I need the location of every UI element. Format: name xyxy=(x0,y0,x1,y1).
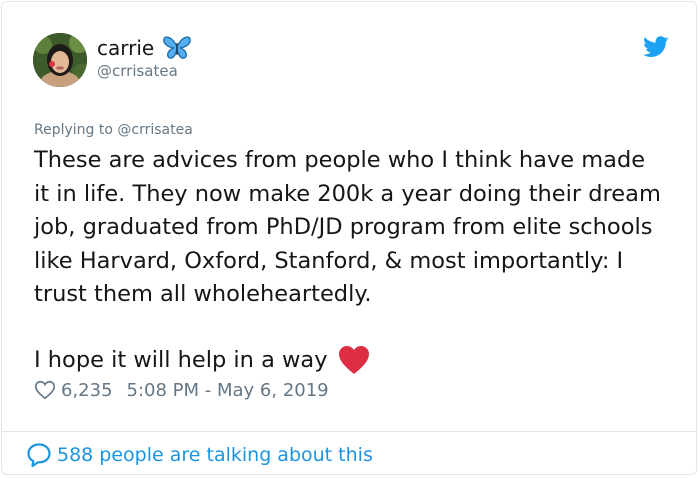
reply-prefix: Replying to xyxy=(34,122,113,138)
tweet-paragraph-2-row: I hope it will help in a way xyxy=(34,344,664,378)
talking-count-text[interactable]: 588 people are talking about this xyxy=(57,444,373,466)
twitter-bird-icon[interactable] xyxy=(643,36,669,58)
conversation-link[interactable]: 588 people are talking about this xyxy=(26,442,373,468)
avatar[interactable] xyxy=(33,33,87,87)
butterfly-icon xyxy=(163,36,192,59)
like-heart-icon[interactable] xyxy=(34,379,56,401)
tweet-paragraph-2: I hope it will help in a way xyxy=(34,346,328,373)
speech-bubble-icon xyxy=(27,443,51,468)
reply-context: Replying to @crrisatea xyxy=(34,122,193,138)
tweet-text: These are advices from people who I thin… xyxy=(34,144,664,377)
reply-mention-link[interactable]: @crrisatea xyxy=(117,122,192,138)
tweet-timestamp[interactable]: 5:08 PM - May 6, 2019 xyxy=(127,380,329,401)
red-heart-icon xyxy=(338,346,369,375)
tweet-meta: 6,235 5:08 PM - May 6, 2019 xyxy=(34,379,329,401)
tweet-card: carrie @crrisatea Replying to @crrisatea… xyxy=(1,1,697,475)
display-name[interactable]: carrie xyxy=(97,36,154,60)
user-handle[interactable]: @crrisatea xyxy=(97,62,178,80)
tweet-paragraph-1: These are advices from people who I thin… xyxy=(34,147,661,307)
footer-divider xyxy=(2,431,696,432)
display-name-row[interactable]: carrie xyxy=(97,35,192,61)
avatar-photo-icon xyxy=(33,33,87,87)
like-count[interactable]: 6,235 xyxy=(61,380,113,401)
